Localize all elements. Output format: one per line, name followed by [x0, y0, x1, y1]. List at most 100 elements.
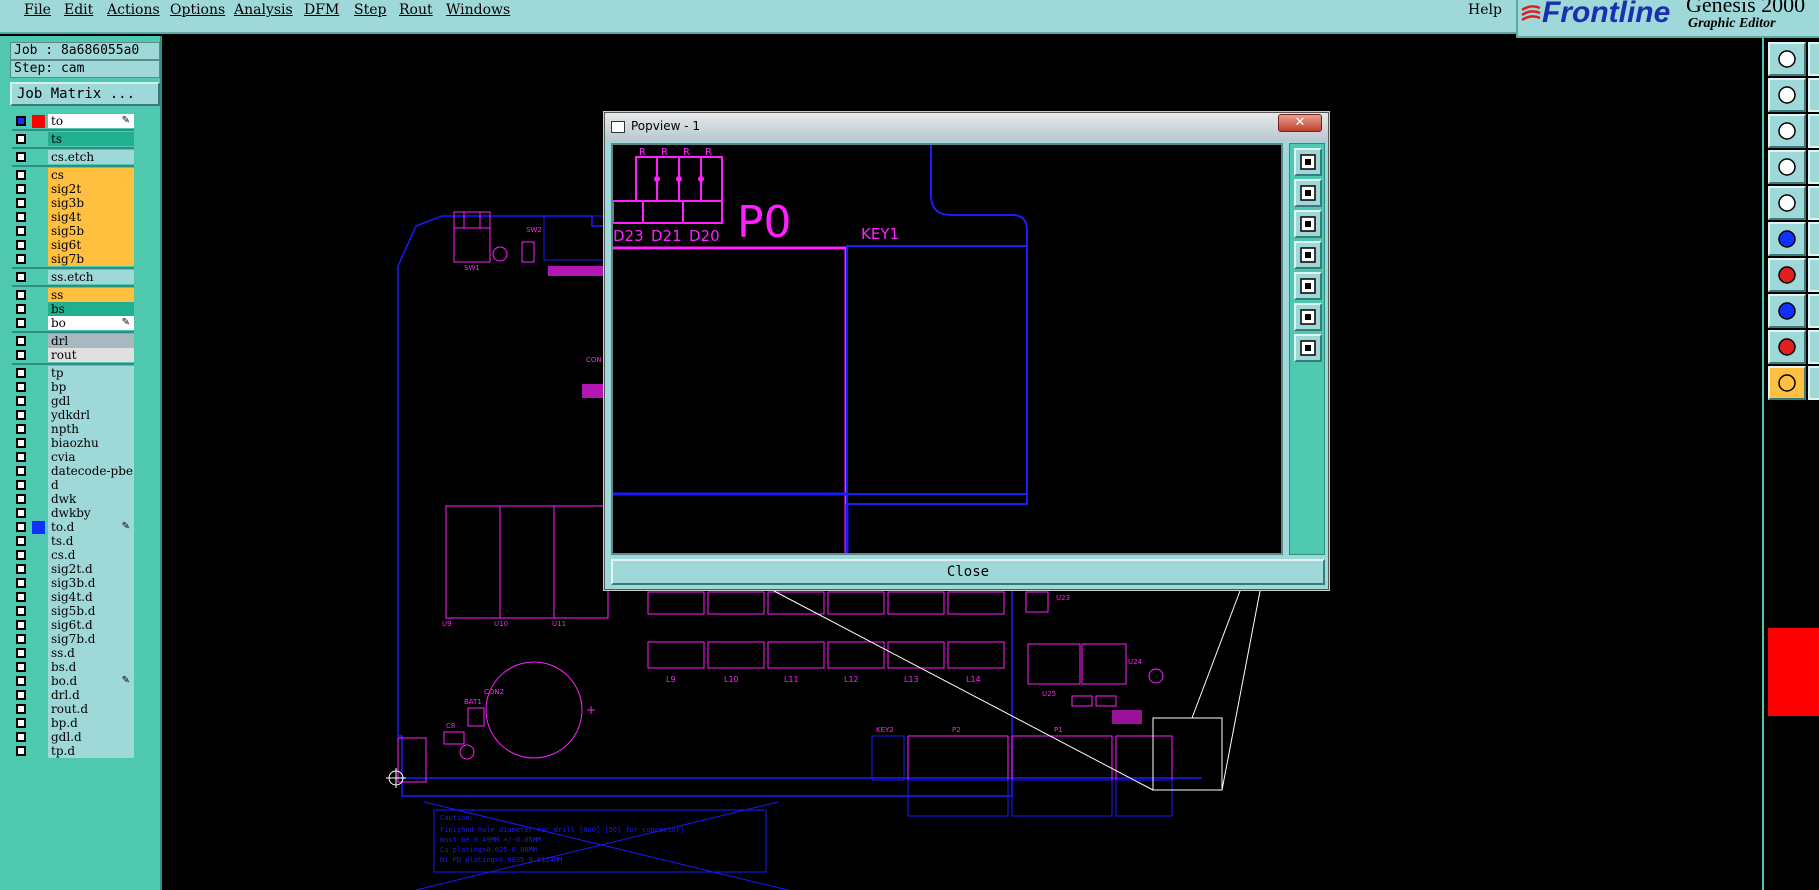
- probe-secondary-button[interactable]: [1808, 150, 1819, 184]
- layer-name[interactable]: sig2t: [48, 182, 134, 196]
- layer-row-cs-etch[interactable]: cs.etch: [12, 150, 134, 164]
- layer-checkbox[interactable]: [16, 452, 26, 462]
- layer-name[interactable]: sig4t: [48, 210, 134, 224]
- probe-icon[interactable]: [1768, 150, 1806, 184]
- layer-checkbox[interactable]: [16, 648, 26, 658]
- layer-checkbox[interactable]: [16, 304, 26, 314]
- layer-checkbox[interactable]: [16, 718, 26, 728]
- layer-row-dwkby[interactable]: dwkby: [12, 506, 134, 520]
- layer-row-sig4t-d[interactable]: sig4t.d: [12, 590, 134, 604]
- layer-row-cs-d[interactable]: cs.d: [12, 548, 134, 562]
- layer-row-bo[interactable]: bo ✎: [12, 316, 134, 330]
- layer-name[interactable]: ss.d: [48, 646, 134, 660]
- pointer-secondary-button[interactable]: [1808, 366, 1819, 400]
- layer-row-tp[interactable]: tp: [12, 366, 134, 380]
- layer-checkbox[interactable]: [16, 620, 26, 630]
- layer-checkbox[interactable]: [16, 382, 26, 392]
- menu-rout[interactable]: Rout: [399, 2, 433, 18]
- menu-edit[interactable]: Edit: [64, 2, 93, 18]
- layer-name[interactable]: rout: [48, 348, 134, 362]
- layer-name[interactable]: sig5b.d: [48, 604, 134, 618]
- layer-row-bs[interactable]: bs: [12, 302, 134, 316]
- triangle-secondary-button[interactable]: [1808, 330, 1819, 364]
- layer-checkbox[interactable]: [16, 438, 26, 448]
- layer-checkbox[interactable]: [16, 212, 26, 222]
- layer-row-sig2t-d[interactable]: sig2t.d: [12, 562, 134, 576]
- layer-name[interactable]: bo.d ✎: [48, 674, 134, 688]
- layer-checkbox[interactable]: [16, 184, 26, 194]
- popview-canvas[interactable]: R R R R D23 D21 D20 P0 KEY1: [611, 143, 1283, 555]
- layer-name[interactable]: bs.d: [48, 660, 134, 674]
- snap-icon[interactable]: [1768, 186, 1806, 220]
- measure-secondary-button[interactable]: [1808, 258, 1819, 292]
- layer-row-d[interactable]: d: [12, 478, 134, 492]
- layer-checkbox[interactable]: [16, 676, 26, 686]
- layer-checkbox[interactable]: [16, 410, 26, 420]
- layer-name[interactable]: bp.d: [48, 716, 134, 730]
- layer-checkbox[interactable]: [16, 336, 26, 346]
- layer-row-bs-d[interactable]: bs.d: [12, 660, 134, 674]
- layer-checkbox[interactable]: [16, 466, 26, 476]
- layer-checkbox[interactable]: [16, 480, 26, 490]
- layer-checkbox[interactable]: [16, 536, 26, 546]
- layer-row-biaozhu[interactable]: biaozhu: [12, 436, 134, 450]
- zoom-area-icon[interactable]: [1294, 334, 1322, 362]
- network-secondary-button[interactable]: [1808, 222, 1819, 256]
- select-color-icon[interactable]: [1768, 294, 1806, 328]
- layer-row-sig2t[interactable]: sig2t: [12, 182, 134, 196]
- menu-file[interactable]: File: [24, 2, 51, 18]
- clipboard-icon[interactable]: [1768, 42, 1806, 76]
- layer-name[interactable]: ydkdrl: [48, 408, 134, 422]
- layer-name[interactable]: datecode-pbe: [48, 464, 134, 478]
- layer-name[interactable]: tp.d: [48, 744, 134, 758]
- layer-name[interactable]: cs.d: [48, 548, 134, 562]
- layer-checkbox[interactable]: [16, 564, 26, 574]
- layer-checkbox[interactable]: [16, 704, 26, 714]
- layer-row-sig4t[interactable]: sig4t: [12, 210, 134, 224]
- layer-row-ts[interactable]: ts: [12, 132, 134, 146]
- menu-options[interactable]: Options: [170, 2, 225, 18]
- layer-name[interactable]: ss: [48, 288, 134, 302]
- layer-checkbox[interactable]: [16, 226, 26, 236]
- layer-checkbox[interactable]: [16, 350, 26, 360]
- layer-name[interactable]: cs.etch: [48, 150, 134, 164]
- layer-name[interactable]: bo ✎: [48, 316, 134, 330]
- layer-checkbox[interactable]: [16, 592, 26, 602]
- layer-name[interactable]: sig3b.d: [48, 576, 134, 590]
- layer-row-tp-d[interactable]: tp.d: [12, 744, 134, 758]
- layer-row-drl[interactable]: drl: [12, 334, 134, 348]
- layer-checkbox[interactable]: [16, 550, 26, 560]
- snap-secondary-button[interactable]: [1808, 186, 1819, 220]
- fit-icon[interactable]: [1768, 114, 1806, 148]
- layer-row-sig3b[interactable]: sig3b: [12, 196, 134, 210]
- layer-checkbox[interactable]: [16, 522, 26, 532]
- layer-name[interactable]: sig7b: [48, 252, 134, 266]
- layer-name[interactable]: to.d ✎: [48, 520, 134, 534]
- layer-name[interactable]: ts: [48, 132, 134, 146]
- layer-checkbox[interactable]: [16, 746, 26, 756]
- layer-name[interactable]: gdl: [48, 394, 134, 408]
- triangle-icon[interactable]: [1768, 330, 1806, 364]
- layer-name[interactable]: cs: [48, 168, 134, 182]
- menu-step[interactable]: Step: [354, 2, 386, 18]
- layer-name[interactable]: to ✎: [48, 114, 134, 128]
- window-icon[interactable]: [1768, 78, 1806, 112]
- select-color-secondary-button[interactable]: [1808, 294, 1819, 328]
- layer-row-bp-d[interactable]: bp.d: [12, 716, 134, 730]
- layer-name[interactable]: sig3b: [48, 196, 134, 210]
- layer-name[interactable]: sig5b: [48, 224, 134, 238]
- layer-checkbox[interactable]: [16, 170, 26, 180]
- layer-name[interactable]: dwkby: [48, 506, 134, 520]
- layer-row-ss-d[interactable]: ss.d: [12, 646, 134, 660]
- pan-right-icon[interactable]: [1294, 272, 1322, 300]
- job-matrix-button[interactable]: Job Matrix ...: [10, 82, 160, 106]
- layer-name[interactable]: gdl.d: [48, 730, 134, 744]
- layer-name[interactable]: dwk: [48, 492, 134, 506]
- layer-row-gdl-d[interactable]: gdl.d: [12, 730, 134, 744]
- layer-name[interactable]: npth: [48, 422, 134, 436]
- layer-checkbox[interactable]: [16, 152, 26, 162]
- layer-row-sig7b-d[interactable]: sig7b.d: [12, 632, 134, 646]
- window-secondary-button[interactable]: [1808, 78, 1819, 112]
- measure-icon[interactable]: [1768, 258, 1806, 292]
- zoom-fit-icon[interactable]: [1294, 148, 1322, 176]
